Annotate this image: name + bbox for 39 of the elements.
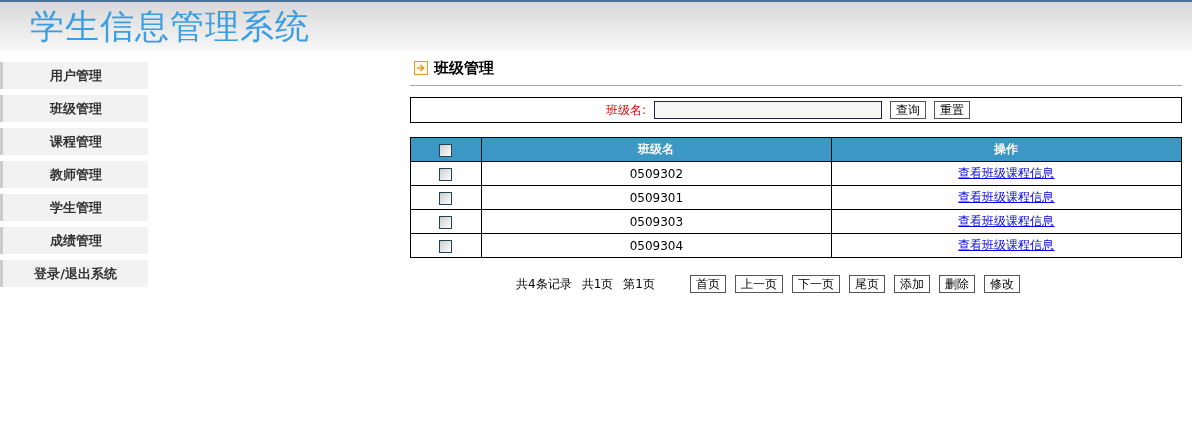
pager-button[interactable]: 下一页 bbox=[791, 275, 840, 293]
course-info-link[interactable]: 查看班级课程信息 bbox=[958, 190, 1055, 204]
pagination-info: 共1页 bbox=[581, 275, 614, 293]
sidebar-item[interactable]: 课程管理 bbox=[0, 128, 148, 155]
sidebar-item[interactable]: 班级管理 bbox=[0, 95, 148, 122]
select-all-checkbox[interactable] bbox=[439, 143, 453, 157]
pager-button[interactable]: 尾页 bbox=[848, 275, 885, 293]
column-header: 操作 bbox=[831, 137, 1182, 162]
pager-button[interactable]: 添加 bbox=[893, 275, 930, 293]
pager-button[interactable]: 上一页 bbox=[734, 275, 783, 293]
arrow-icon bbox=[414, 61, 428, 75]
sidebar-item[interactable]: 成绩管理 bbox=[0, 227, 148, 254]
table-cell: 0509303 bbox=[629, 214, 684, 229]
sidebar-item[interactable]: 登录/退出系统 bbox=[0, 260, 148, 287]
page-title: 班级管理 bbox=[434, 58, 494, 78]
pagination-info: 共4条记录 bbox=[516, 275, 572, 293]
pagination-info: 第1页 bbox=[623, 275, 655, 293]
column-header: 班级名 bbox=[481, 137, 832, 162]
sidebar-item[interactable]: 学生管理 bbox=[0, 194, 148, 221]
course-info-link[interactable]: 查看班级课程信息 bbox=[958, 214, 1055, 228]
sidebar-item[interactable]: 用户管理 bbox=[0, 62, 148, 89]
row-checkbox[interactable] bbox=[439, 215, 453, 229]
search-button[interactable]: 查询 bbox=[890, 101, 927, 119]
table-cell: 0509304 bbox=[629, 238, 684, 253]
table-cell: 0509302 bbox=[629, 166, 684, 181]
search-button[interactable]: 重置 bbox=[934, 101, 971, 119]
row-checkbox[interactable] bbox=[439, 167, 453, 181]
pager-button[interactable]: 删除 bbox=[938, 275, 975, 293]
course-info-link[interactable]: 查看班级课程信息 bbox=[958, 238, 1055, 252]
course-info-link[interactable]: 查看班级课程信息 bbox=[958, 166, 1055, 180]
app-title: 学生信息管理系统 bbox=[30, 4, 310, 48]
pager-button[interactable]: 修改 bbox=[983, 275, 1020, 293]
sidebar-item[interactable]: 教师管理 bbox=[0, 161, 148, 188]
table-cell: 0509301 bbox=[629, 190, 684, 205]
search-label: 班级名: bbox=[606, 101, 647, 119]
pager-button[interactable]: 首页 bbox=[689, 275, 726, 293]
row-checkbox[interactable] bbox=[439, 191, 453, 205]
class-name-field[interactable] bbox=[654, 101, 883, 119]
row-checkbox[interactable] bbox=[439, 239, 453, 253]
